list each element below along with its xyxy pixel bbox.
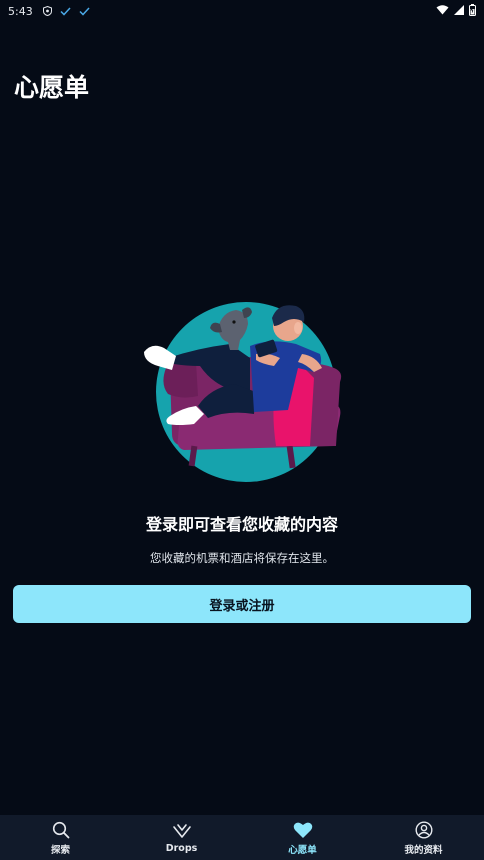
nav-label-profile: 我的资料 [404, 844, 443, 856]
signal-icon [454, 4, 464, 18]
empty-state-title: 登录即可查看您收藏的内容 [145, 515, 338, 534]
heart-filled-icon [293, 820, 313, 840]
wifi-icon [436, 4, 449, 18]
nav-label-drops: Drops [165, 843, 198, 854]
search-icon [51, 820, 71, 840]
login-or-register-button[interactable]: 登录或注册 [13, 585, 471, 623]
check-icon [60, 6, 71, 16]
status-time: 5:43 [8, 4, 33, 18]
heart-outline-icon [172, 821, 192, 841]
battery-icon [469, 3, 476, 19]
nav-label-explore: 探索 [50, 844, 70, 856]
empty-state-subtitle: 您收藏的机票和酒店将保存在这里。 [150, 551, 334, 565]
profile-icon [414, 820, 434, 840]
status-indicators [436, 3, 476, 19]
page-title: 心愿单 [14, 73, 90, 102]
nav-item-wishlist[interactable]: 心愿单 [242, 815, 363, 860]
nav-item-profile[interactable]: 我的资料 [363, 815, 484, 860]
shield-icon [42, 6, 52, 16]
status-bar: 5:43 [0, 0, 484, 22]
check-icon [79, 6, 90, 16]
bottom-nav: 探索 Drops 心愿单 我的资料 [0, 815, 484, 860]
nav-item-drops[interactable]: Drops [121, 815, 242, 860]
empty-state-illustration [138, 296, 348, 492]
nav-item-explore[interactable]: 探索 [0, 815, 121, 860]
nav-label-wishlist: 心愿单 [288, 844, 317, 856]
